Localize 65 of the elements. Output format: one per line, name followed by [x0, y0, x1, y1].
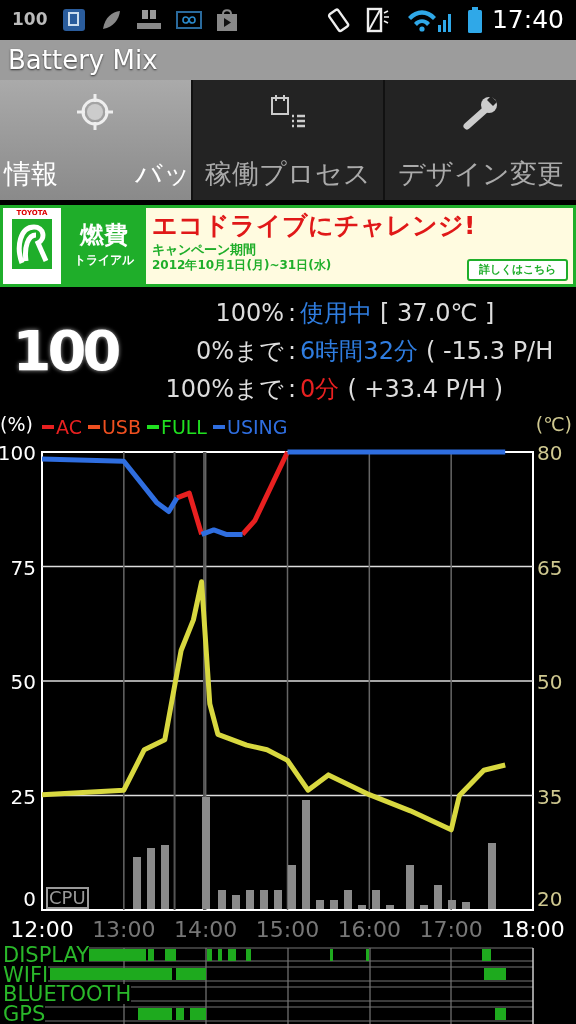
details-button[interactable]: 詳しくはこちら [467, 258, 568, 281]
phone-signal-icon [365, 7, 392, 33]
axis-title: (%) [0, 415, 33, 435]
row-label: 0%まで [194, 336, 284, 367]
tick-label: 75 [10, 555, 36, 580]
row-detail: ( -15.3 P/H [425, 336, 554, 367]
axis-title: (℃) [535, 415, 572, 435]
battery-level: 100 [11, 317, 119, 385]
legend-label: USB [101, 415, 141, 439]
campaign-period-label: キャンペーン期間 [152, 242, 256, 258]
movie-icon [135, 9, 162, 31]
activity-label: DISPLAY [0, 944, 90, 965]
tick-label: 50 [10, 670, 36, 694]
tick-label: 17:00 [419, 917, 483, 942]
row-value: 使用中 [300, 298, 373, 329]
tick-label: 12:00 [10, 917, 74, 942]
tick-label: 100 [0, 441, 36, 465]
tab-label: 稼働プロセス [205, 156, 371, 191]
row-label: 100%まで [164, 374, 284, 405]
play-store-icon [215, 8, 238, 32]
row-detail: [ 37.0℃ ] [380, 298, 495, 329]
ad-headline: エコドライブにチャレンジ! [152, 210, 477, 242]
tab[interactable]: デザイン変更 [385, 80, 576, 200]
row-detail: ( +33.4 P/H ) [347, 374, 504, 405]
tab-label: 情報 [4, 156, 58, 191]
legend-label: FULL [160, 415, 207, 439]
battery-icon [467, 7, 482, 33]
tick-label: 15:00 [255, 917, 320, 942]
tick-label: 50 [537, 670, 563, 694]
tick-label: 16:00 [337, 917, 402, 942]
campaign-period: 2012年10月1日(月)~31日(水) [152, 258, 332, 273]
logo-title: 燃費 [79, 223, 128, 247]
tick-label: 0 [23, 887, 36, 911]
battery-level-text: 100 [12, 8, 48, 32]
tick-label: 25 [10, 784, 36, 809]
separator-text: : [287, 336, 298, 367]
activity-label: GPS [0, 1004, 46, 1024]
activity-label: WIFI [0, 964, 49, 985]
activity-label: BLUETOOTH [0, 984, 132, 1005]
clock-time: 17:40 [491, 4, 564, 37]
tick-label: 14:00 [173, 917, 238, 942]
separator-text: : [287, 298, 298, 329]
tick-label: 35 [537, 784, 563, 809]
tab-label: バッ [134, 156, 191, 191]
row-value: 0分 [300, 374, 340, 405]
tick-label: 20 [537, 887, 563, 911]
tick-label: 80 [537, 441, 563, 465]
tick-label: 18:00 [501, 917, 565, 942]
tab-label: デザイン変更 [397, 156, 564, 191]
row-label: 100% [214, 298, 284, 329]
legend-label: USING [226, 415, 288, 439]
logo-subtitle: トライアル [73, 252, 134, 269]
vibrate-icon [325, 7, 352, 33]
tick-label: 65 [537, 555, 563, 580]
tick-label: 13:00 [92, 917, 156, 942]
app-notification-icon [61, 8, 86, 32]
cpu-label: CPU [46, 887, 89, 909]
row-value: 6時間32分 [300, 336, 418, 367]
tab[interactable]: 稼働プロセス [192, 80, 384, 200]
tab[interactable]: 情報 バッ [0, 80, 191, 200]
crosshair-icon [75, 92, 116, 132]
separator-text: : [287, 374, 298, 405]
infinity-icon [175, 10, 202, 30]
window-title: Battery Mix [8, 43, 158, 77]
legend-label: AC [56, 415, 82, 439]
